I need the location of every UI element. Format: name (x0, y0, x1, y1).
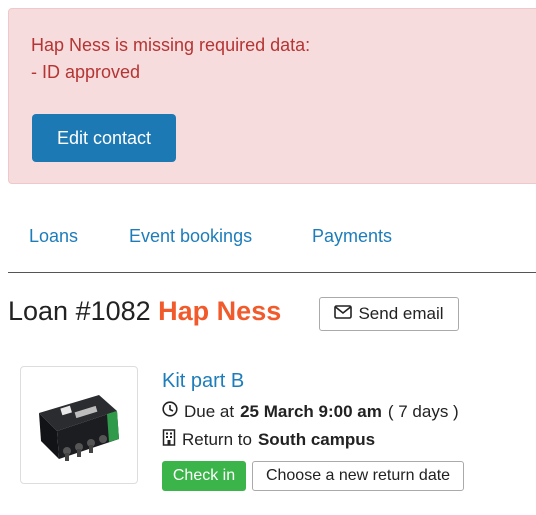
return-location: South campus (257, 430, 376, 449)
send-email-label: Send email (358, 304, 444, 323)
item-name-link[interactable]: Kit part B (162, 370, 244, 393)
alert-message: Hap Ness is missing required data: (31, 35, 311, 55)
send-email-button[interactable]: Send email (319, 297, 459, 331)
edit-contact-button[interactable]: Edit contact (32, 114, 176, 162)
choose-return-date-button[interactable]: Choose a new return date (252, 461, 464, 491)
due-info: Due at 25 March 9:00 am ( 7 days ) (162, 401, 459, 422)
due-prefix: Due at (184, 401, 235, 421)
tab-payments[interactable]: Payments (312, 226, 392, 247)
tab-bar: Loans Event bookings Payments (0, 216, 536, 274)
return-info: Return to South campus (162, 429, 375, 451)
missing-data-alert: Hap Ness is missing required data: - ID … (8, 8, 536, 184)
tab-event-bookings[interactable]: Event bookings (129, 226, 252, 247)
loan-number: Loan #1082 (8, 296, 151, 326)
envelope-icon (334, 304, 353, 324)
building-icon (162, 429, 176, 451)
due-duration: ( 7 days ) (387, 401, 459, 421)
alert-missing-field: - ID approved (31, 62, 141, 82)
tab-loans[interactable]: Loans (29, 226, 78, 247)
check-in-button[interactable]: Check in (162, 461, 246, 491)
tabs-divider (8, 272, 536, 273)
return-prefix: Return to (182, 430, 252, 449)
due-date: 25 March 9:00 am (240, 401, 382, 421)
contact-name[interactable]: Hap Ness (158, 296, 281, 326)
item-thumbnail[interactable] (20, 366, 138, 484)
clock-icon (162, 401, 178, 422)
loan-heading: Loan #1082 Hap Ness (8, 296, 281, 327)
